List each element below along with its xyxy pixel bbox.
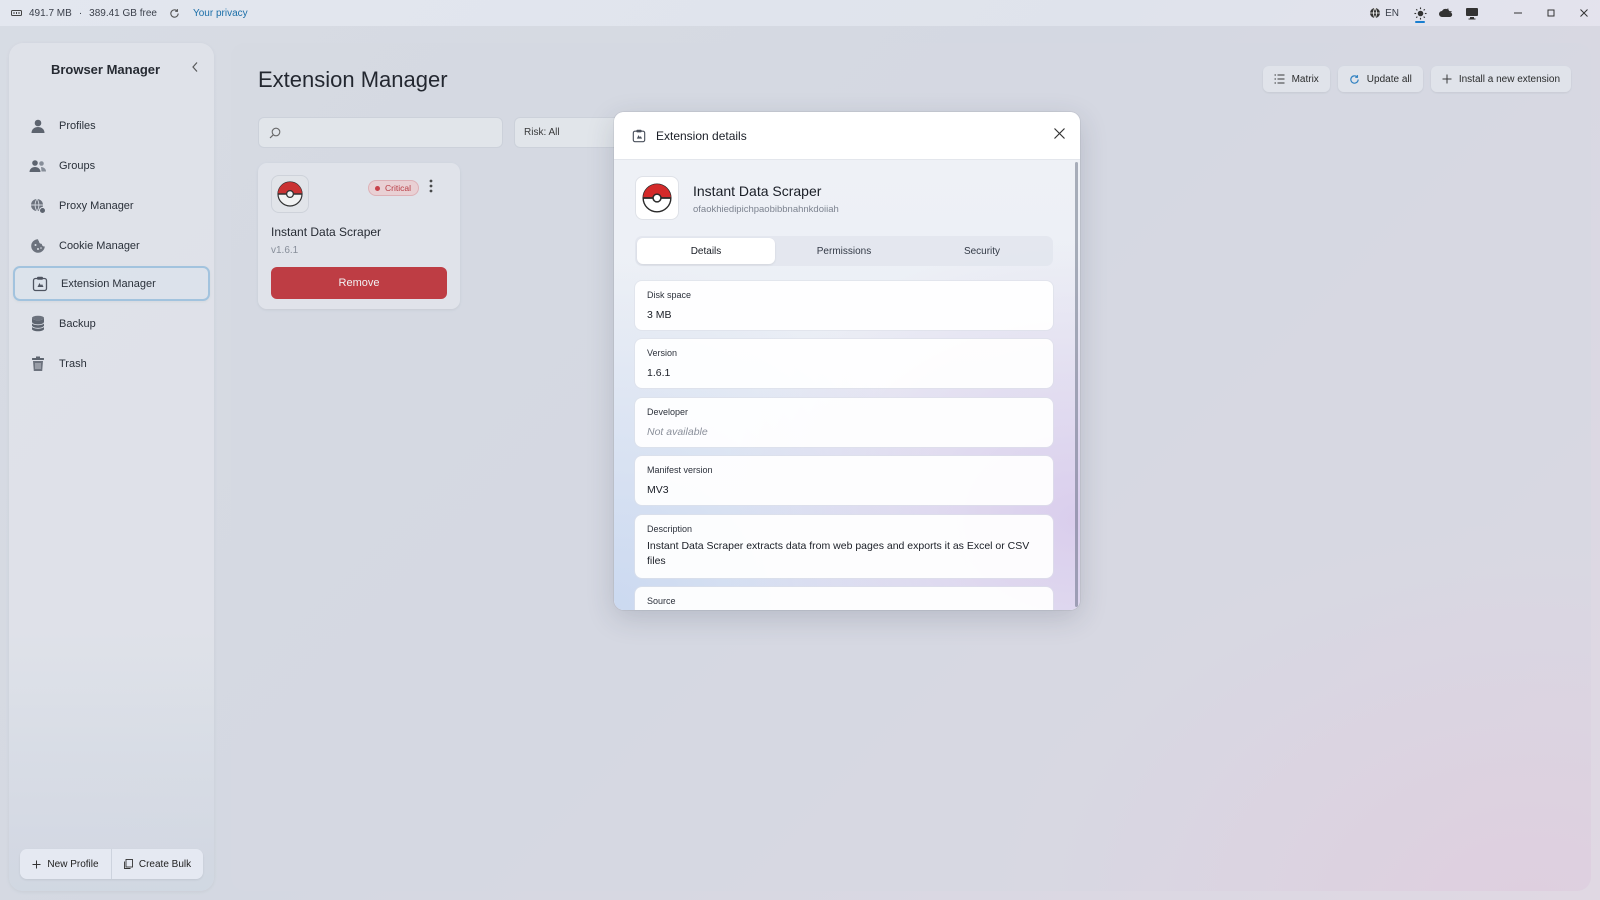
manifest-version-field: Manifest version MV3 [635,456,1053,505]
field-label: Disk space [647,290,692,300]
create-bulk-label: Create Bulk [138,858,192,870]
field-label: Version [647,348,678,358]
tab-permissions[interactable]: Permissions [775,238,913,264]
dark-theme-icon[interactable] [1433,0,1459,26]
language-code: EN [1385,7,1399,19]
field-value: MV3 [647,484,669,496]
sidebar-actions: New Profile Create Bulk [20,849,203,879]
maximize-button[interactable] [1534,0,1567,26]
description-field: Description Instant Data Scraper extract… [635,515,1053,578]
separator-dot: · [78,7,83,19]
version-field: Version 1.6.1 [635,339,1053,388]
light-theme-icon[interactable] [1407,0,1433,26]
dialog-title: Extension details [656,128,747,143]
extension-id: ofaokhiedipichpaobibbnahnkdoiiah [693,204,839,215]
tab-details[interactable]: Details [637,238,775,264]
field-label: Developer [647,407,689,417]
disk-free: 389.41 GB free [89,7,157,19]
plus-icon [32,860,41,869]
details-tabs: Details Permissions Security [635,236,1053,266]
globe-icon [1369,7,1381,19]
new-profile-label: New Profile [47,858,99,870]
extension-icon [632,129,646,143]
field-value: 1.6.1 [647,367,671,379]
minimize-button[interactable] [1501,0,1534,26]
extension-name: Instant Data Scraper [693,183,822,199]
field-label: Manifest version [647,465,713,475]
developer-field: Developer Not available [635,398,1053,447]
field-label: Source [647,596,676,606]
memory-icon [11,9,22,17]
privacy-link[interactable]: Your privacy [193,8,248,19]
monitor-icon[interactable] [1459,0,1485,26]
refresh-icon[interactable] [169,8,180,19]
tab-security[interactable]: Security [913,238,1051,264]
extension-details-dialog: Extension details Instant Data Scraper o… [614,112,1080,610]
scrollbar[interactable] [1075,162,1078,607]
dialog-header: Extension details [614,112,1080,160]
disk-space-field: Disk space 3 MB [635,281,1053,330]
memory-usage: 491.7 MB [29,7,72,19]
title-bar: 491.7 MB · 389.41 GB free Your privacy E… [0,0,1600,26]
field-label: Description [647,524,693,534]
close-icon[interactable] [1053,127,1066,140]
field-value: Not available [647,426,708,438]
new-profile-button[interactable]: New Profile [20,849,111,879]
pokeball-icon [635,176,679,220]
resource-status: 491.7 MB · 389.41 GB free Your privacy [0,8,248,19]
field-value: 3 MB [647,309,672,321]
source-field: Source [635,587,1053,610]
dialog-body: Instant Data Scraper ofaokhiedipichpaobi… [614,160,1080,610]
close-window-button[interactable] [1567,0,1600,26]
field-value: Instant Data Scraper extracts data from … [647,540,1030,567]
language-selector[interactable]: EN [1361,7,1407,19]
bulk-icon [123,859,133,869]
create-bulk-button[interactable]: Create Bulk [111,849,203,879]
